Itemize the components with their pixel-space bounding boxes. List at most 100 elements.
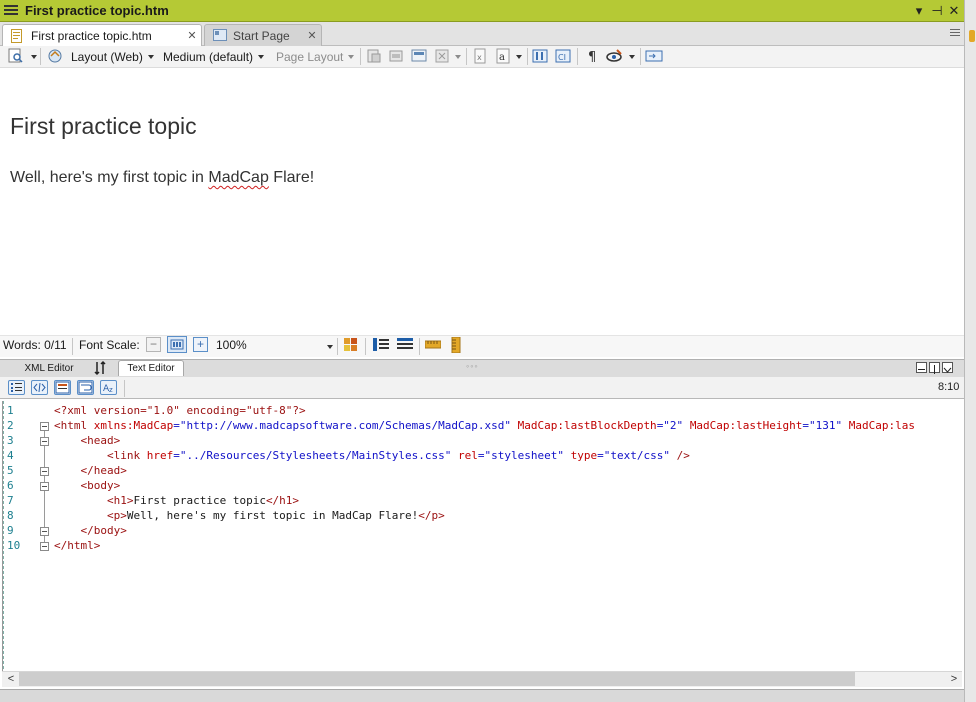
start-page-icon: [213, 28, 227, 43]
tab-xml-editor[interactable]: XML Editor: [19, 360, 79, 376]
status-bar: [0, 335, 964, 357]
code-token: rel: [458, 449, 478, 462]
word-wrap-icon[interactable]: [77, 380, 94, 395]
splitter-grip[interactable]: ◦◦◦: [466, 361, 479, 371]
code-line-8[interactable]: <p>Well, here's my first topic in MadCap…: [54, 509, 445, 522]
code-line-3[interactable]: <head>: [54, 434, 120, 447]
outline-icon[interactable]: [54, 380, 71, 395]
text-editor-toolbar: [0, 377, 964, 399]
tab-close-icon[interactable]: ✕: [303, 29, 321, 42]
structure-bar-top-icon[interactable]: [396, 337, 414, 352]
insert-proxy-dropdown[interactable]: [450, 47, 461, 67]
preview-icon[interactable]: [8, 48, 24, 64]
fold-toggle-icon[interactable]: [40, 542, 49, 551]
code-token: ="../Resources/Stylesheets/MainStyles.cs…: [173, 449, 458, 462]
code-line-9[interactable]: </body>: [54, 524, 126, 537]
window-close-button[interactable]: ✕: [946, 2, 962, 19]
fold-toggle-icon[interactable]: [40, 467, 49, 476]
zoom-dropdown[interactable]: [322, 338, 333, 352]
code-line-10[interactable]: </html>: [54, 539, 100, 552]
tab-first-practice-topic[interactable]: First practice topic.htm ✕: [2, 24, 202, 46]
fold-toggle-icon[interactable]: [40, 422, 49, 431]
horizontal-ruler-icon[interactable]: [424, 338, 442, 351]
code-token: MadCap:las: [848, 419, 915, 432]
structure-bar-left-icon[interactable]: [372, 337, 390, 352]
status-separator: [72, 338, 73, 355]
svg-text:x: x: [477, 53, 482, 62]
insert-text-box-icon[interactable]: x: [472, 48, 488, 64]
vertical-ruler-icon[interactable]: [450, 336, 462, 354]
code-token: First practice topic: [133, 494, 266, 507]
pin-button[interactable]: ⊣: [929, 2, 945, 19]
window-menu-icon[interactable]: [4, 4, 18, 17]
insert-variable-icon[interactable]: [388, 48, 404, 64]
scroll-left-arrow[interactable]: <: [3, 671, 19, 687]
code-editor[interactable]: 1 2 3 4 5 6 7 8 9 10 <?xml version="1.0"…: [2, 401, 962, 671]
font-scale-decrease-button[interactable]: −: [146, 337, 161, 352]
cursor-position: 8:10: [938, 381, 960, 393]
toolbar-separator: [527, 48, 528, 65]
word-count: Words: 0/11: [3, 338, 67, 352]
show-conditions-icon[interactable]: CI: [555, 48, 571, 64]
code-line-2[interactable]: <html xmlns:MadCap="http://www.madcapsof…: [54, 419, 915, 432]
code-line-7[interactable]: <h1>First practice topic</h1>: [54, 494, 299, 507]
collapse-pane-icon[interactable]: [942, 362, 953, 373]
code-token: ="http://www.madcapsoftware.com/Schemas/…: [173, 419, 518, 432]
insert-image-icon[interactable]: [411, 48, 427, 64]
layout-dropdown[interactable]: Layout (Web): [71, 47, 154, 67]
svg-text:¶: ¶: [588, 50, 596, 64]
fold-toggle-icon[interactable]: [40, 482, 49, 491]
minimize-pane-icon[interactable]: [916, 362, 927, 373]
wysiwyg-content[interactable]: [0, 68, 964, 336]
code-line-6[interactable]: <body>: [54, 479, 120, 492]
tab-text-editor[interactable]: Text Editor: [118, 360, 184, 376]
line-number: 5: [7, 464, 14, 477]
fold-toggle-icon[interactable]: [40, 437, 49, 446]
code-line-4[interactable]: <link href="../Resources/Stylesheets/Mai…: [54, 449, 690, 462]
code-token: href: [146, 449, 174, 462]
svg-text:a: a: [499, 52, 505, 63]
split-pane-icon[interactable]: [929, 362, 940, 374]
document-heading[interactable]: First practice topic: [10, 113, 197, 140]
text-format-icon[interactable]: Az: [100, 380, 117, 395]
show-tags-icon[interactable]: [532, 48, 548, 64]
font-style-icon[interactable]: a: [495, 48, 511, 64]
view-markers-icon[interactable]: [606, 48, 622, 64]
document-paragraph[interactable]: Well, here's my first topic in MadCap Fl…: [10, 169, 314, 187]
pilcrow-icon[interactable]: ¶: [585, 48, 601, 65]
medium-dropdown[interactable]: Medium (default): [163, 47, 265, 67]
fold-toggle-icon[interactable]: [40, 527, 49, 536]
tab-close-icon[interactable]: ✕: [183, 29, 201, 42]
scrollbar-thumb[interactable]: [19, 672, 855, 686]
font-scale-increase-button[interactable]: +: [193, 337, 208, 352]
tab-list-icon[interactable]: [948, 25, 962, 41]
window-title: First practice topic.htm: [25, 3, 169, 18]
page-layout-dropdown[interactable]: Page Layout: [276, 47, 355, 67]
insert-proxy-icon[interactable]: [434, 48, 450, 64]
insert-snippet-icon[interactable]: [366, 48, 382, 64]
insert-menu-icon[interactable]: [645, 48, 663, 64]
code-line-1[interactable]: <?xml version="1.0" encoding="utf-8"?>: [54, 404, 306, 417]
view-markers-dropdown[interactable]: [624, 47, 635, 67]
tab-label: Start Page: [233, 28, 290, 43]
window-dropdown-button[interactable]: ▾: [911, 2, 927, 19]
swap-editor-icon[interactable]: [92, 360, 108, 376]
colors-icon[interactable]: [343, 337, 359, 352]
page-layout-label: Page Layout: [276, 50, 344, 64]
code-view-icon[interactable]: [31, 380, 48, 395]
misspelled-word[interactable]: MadCap: [208, 169, 268, 186]
scroll-right-arrow[interactable]: >: [946, 671, 962, 687]
code-line-5[interactable]: </head>: [54, 464, 126, 477]
font-scale-label: Font Scale:: [79, 338, 140, 352]
status-separator: [365, 338, 366, 355]
font-scale-reset-button[interactable]: [167, 336, 187, 353]
font-style-dropdown[interactable]: [511, 47, 522, 67]
code-token: ="2": [656, 419, 690, 432]
code-token: MadCap:lastBlockDepth: [517, 419, 657, 432]
tab-label: First practice topic.htm: [31, 28, 152, 43]
preview-dropdown[interactable]: [26, 47, 37, 67]
tab-start-page[interactable]: Start Page ✕: [204, 24, 322, 46]
line-numbers-icon[interactable]: [8, 380, 25, 395]
code-token: </p>: [418, 509, 445, 522]
zoom-value[interactable]: 100%: [216, 338, 247, 352]
